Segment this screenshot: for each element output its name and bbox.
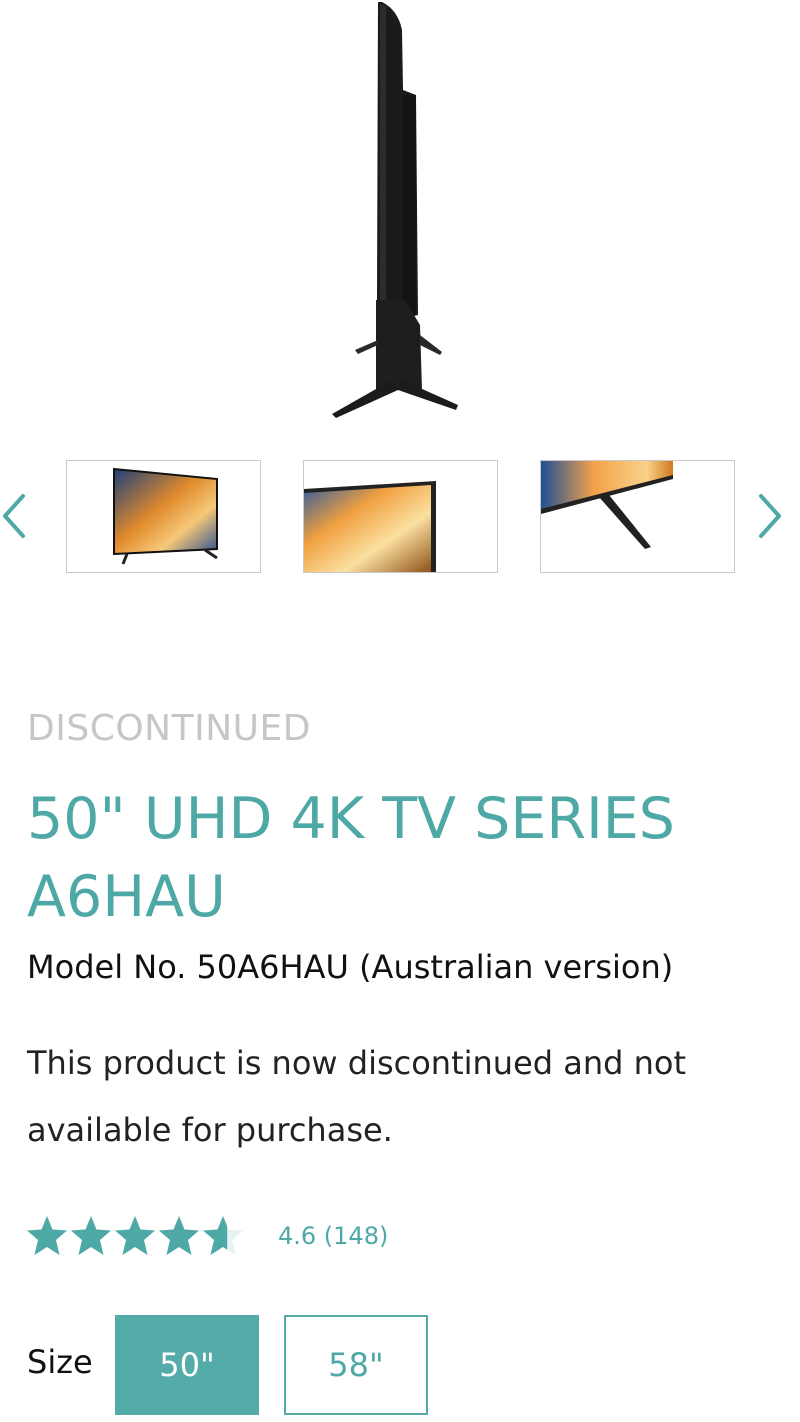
- thumbnail-tv-front[interactable]: [66, 460, 261, 573]
- size-option-50[interactable]: 50": [115, 1315, 259, 1415]
- rating[interactable]: 4.6 (148): [26, 1212, 388, 1260]
- star-icon: [115, 1216, 155, 1255]
- star-icon: [71, 1216, 111, 1255]
- size-label: Size: [27, 1343, 93, 1381]
- star-icon: [27, 1216, 67, 1255]
- product-status: DISCONTINUED: [27, 708, 311, 749]
- size-option-58[interactable]: 58": [284, 1315, 428, 1415]
- chevron-left-icon[interactable]: [0, 486, 34, 546]
- star-icon: [203, 1216, 243, 1255]
- rating-text[interactable]: 4.6 (148): [278, 1222, 388, 1250]
- discontinued-notice: This product is now discontinued and not…: [27, 1044, 687, 1149]
- thumbnail-tv-corner[interactable]: [303, 460, 498, 573]
- rating-stars: [26, 1214, 244, 1258]
- product-title: 50" UHD 4K TV SERIES A6HAU: [27, 786, 675, 930]
- model-number: Model No. 50A6HAU (Australian version): [27, 948, 674, 986]
- thumbnail-tv-stand[interactable]: [540, 460, 735, 573]
- thumbnail-carousel: [0, 458, 800, 574]
- product-main-image: [0, 0, 800, 430]
- star-icon: [159, 1216, 199, 1255]
- chevron-right-icon[interactable]: [750, 486, 790, 546]
